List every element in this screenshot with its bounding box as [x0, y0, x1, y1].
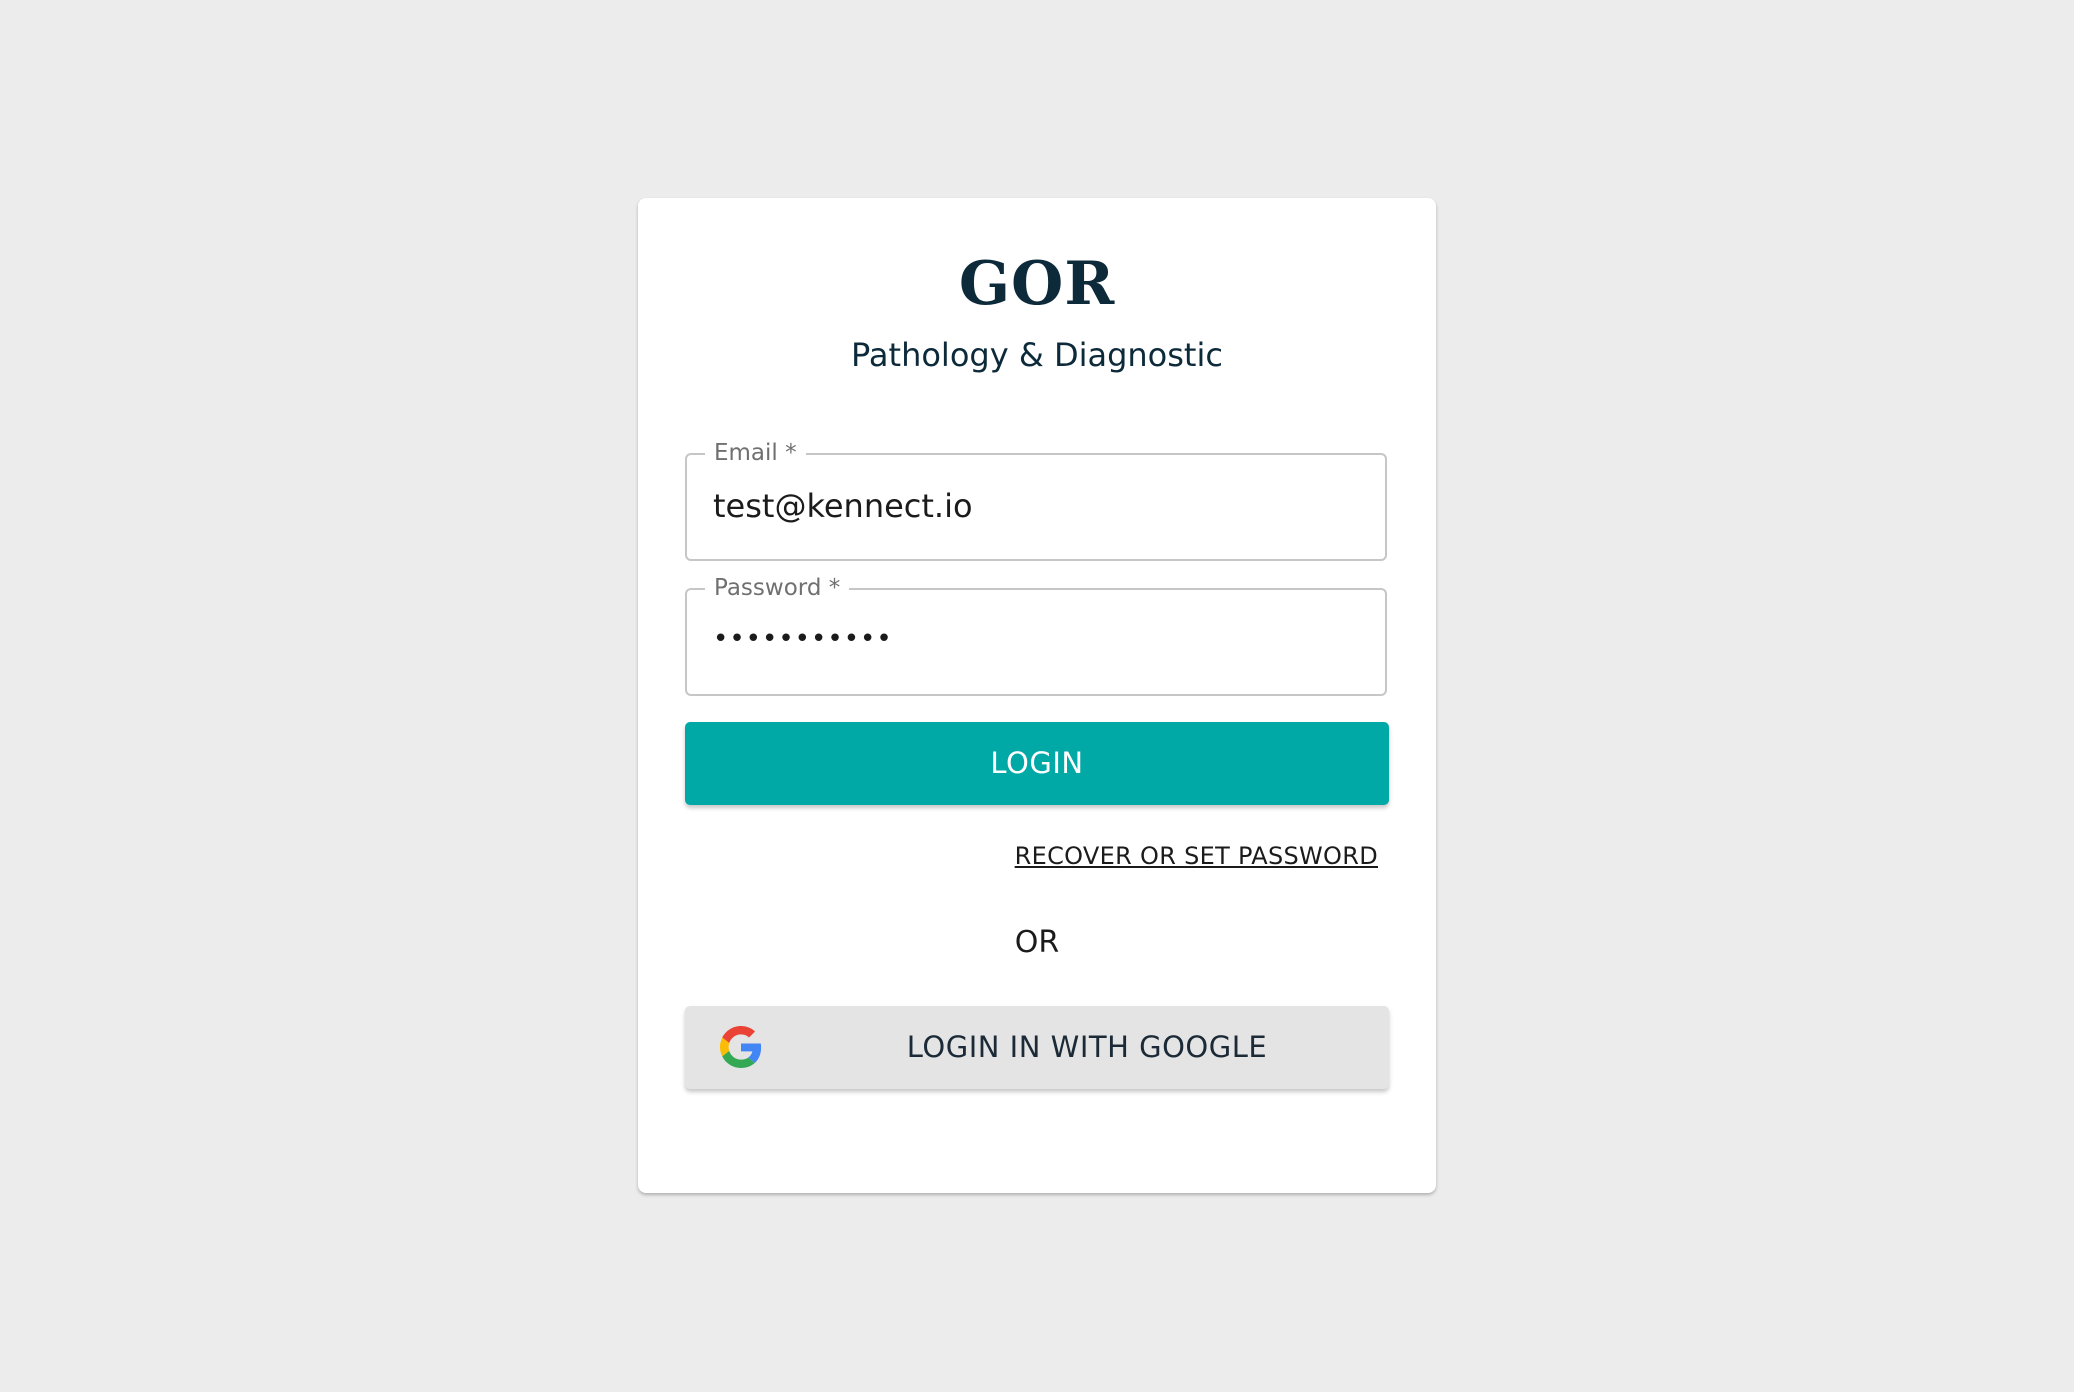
- or-separator: OR: [1014, 925, 1060, 960]
- email-label: Email *: [705, 438, 806, 468]
- google-login-label: LOGIN IN WITH GOOGLE: [906, 1030, 1268, 1064]
- email-input[interactable]: test@kennect.io: [713, 481, 973, 531]
- google-login-button[interactable]: LOGIN IN WITH GOOGLE: [685, 1006, 1389, 1089]
- brand-logo: GOR: [958, 249, 1116, 319]
- google-g-icon: [720, 1026, 762, 1068]
- login-card: GOR Pathology & Diagnostic Email * test@…: [638, 198, 1436, 1193]
- login-button[interactable]: LOGIN: [685, 722, 1389, 805]
- recover-password-link[interactable]: RECOVER OR SET PASSWORD: [1015, 838, 1378, 874]
- password-field[interactable]: Password * •••••••••••: [685, 573, 1387, 696]
- email-field[interactable]: Email * test@kennect.io: [685, 438, 1387, 561]
- password-input[interactable]: •••••••••••: [713, 614, 893, 664]
- brand-subtitle: Pathology & Diagnostic: [851, 336, 1223, 374]
- password-label: Password *: [705, 573, 850, 603]
